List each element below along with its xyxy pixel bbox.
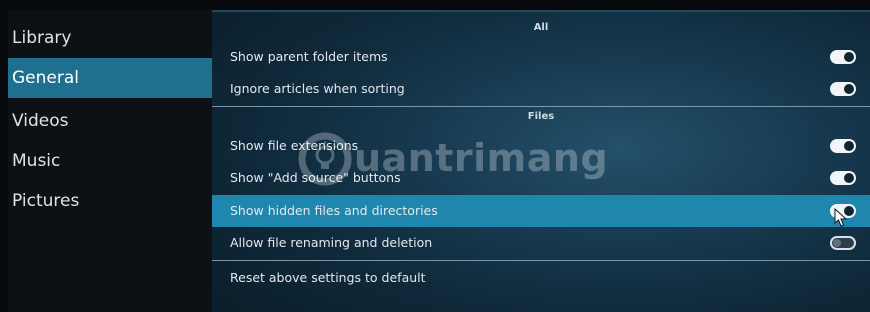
setting-label: Show file extensions: [230, 138, 359, 153]
setting-show-file-extensions[interactable]: Show file extensions: [212, 130, 870, 162]
setting-label: Show "Add source" buttons: [230, 170, 401, 185]
sidebar: Library General Videos Music Pictures: [8, 10, 212, 312]
setting-label: Show parent folder items: [230, 49, 388, 64]
sidebar-item-general[interactable]: General: [8, 58, 212, 98]
setting-ignore-articles-when-sorting[interactable]: Ignore articles when sorting: [212, 73, 870, 105]
setting-show-parent-folder-items[interactable]: Show parent folder items: [212, 41, 870, 73]
sidebar-item-pictures[interactable]: Pictures: [8, 181, 212, 221]
setting-allow-file-renaming-and-deletion[interactable]: Allow file renaming and deletion: [212, 227, 870, 259]
toggle-on-icon[interactable]: [830, 139, 856, 153]
toggle-knob: [844, 206, 854, 216]
sidebar-item-music[interactable]: Music: [8, 141, 212, 181]
toggle-knob: [844, 84, 854, 94]
settings-panel: All Show parent folder items Ignore arti…: [212, 10, 870, 312]
toggle-on-icon[interactable]: [830, 82, 856, 96]
toggle-on-icon[interactable]: [830, 204, 856, 218]
toggle-on-icon[interactable]: [830, 50, 856, 64]
setting-label: Ignore articles when sorting: [230, 81, 405, 96]
setting-show-hidden-files-and-directories[interactable]: Show hidden files and directories: [212, 195, 870, 227]
group-header-files: Files: [527, 111, 555, 122]
panel-edge: [212, 10, 870, 12]
reset-label: Reset above settings to default: [230, 270, 426, 285]
sidebar-item-videos[interactable]: Videos: [8, 101, 212, 141]
toggle-knob: [844, 173, 854, 183]
toggle-knob: [844, 52, 854, 62]
divider: [212, 260, 870, 261]
toggle-knob: [844, 141, 854, 151]
setting-label: Allow file renaming and deletion: [230, 235, 433, 250]
sidebar-item-library[interactable]: Library: [8, 18, 212, 58]
group-header-all: All: [533, 22, 549, 33]
setting-show-add-source-buttons[interactable]: Show "Add source" buttons: [212, 162, 870, 194]
toggle-knob: [833, 239, 841, 247]
toggle-on-icon[interactable]: [830, 171, 856, 185]
setting-label: Show hidden files and directories: [230, 203, 438, 218]
divider: [212, 106, 870, 107]
toggle-off-icon[interactable]: [830, 236, 856, 250]
reset-settings-button[interactable]: Reset above settings to default: [212, 262, 870, 294]
